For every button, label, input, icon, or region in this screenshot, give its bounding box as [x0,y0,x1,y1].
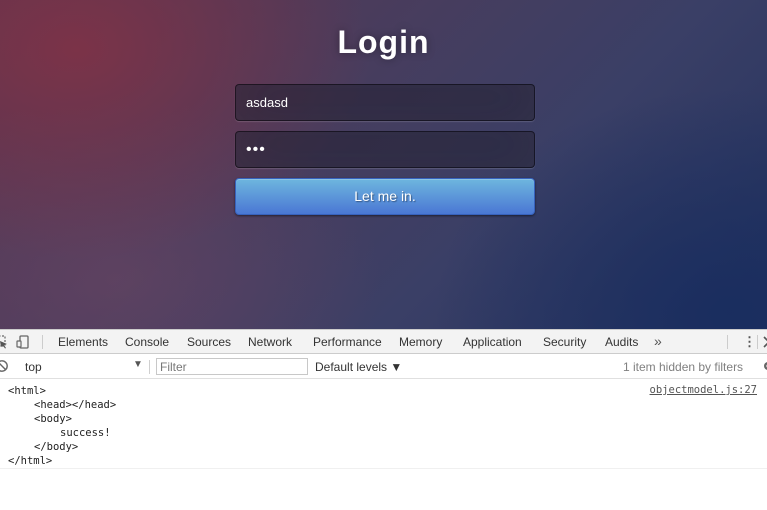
login-button[interactable]: Let me in. [235,178,535,215]
devtools-panel: Elements Console Sources Network Perform… [0,329,767,510]
devtools-tab-bar: Elements Console Sources Network Perform… [0,329,767,354]
console-line: <body> [34,413,72,425]
page-viewport: Login asdasd ••• Let me in. [0,0,767,329]
tab-sources[interactable]: Sources [187,335,231,349]
tab-audits[interactable]: Audits [605,335,638,349]
username-value: asdasd [246,95,288,110]
gear-icon[interactable] [761,359,767,373]
password-input[interactable]: ••• [235,131,535,168]
username-input[interactable]: asdasd [235,84,535,121]
tab-application[interactable]: Application [463,335,522,349]
toolbar-separator [149,360,150,374]
tab-memory[interactable]: Memory [399,335,442,349]
console-line: <html> [8,385,46,397]
tab-separator [727,335,728,349]
kebab-menu-icon[interactable]: ⋮ [743,334,756,350]
console-toolbar: top ▼ Default levels ▼ 1 item hidden by … [0,354,767,379]
password-value: ••• [246,140,266,158]
device-toolbar-icon[interactable] [16,335,30,349]
clear-console-icon[interactable] [0,359,9,373]
page-title: Login [337,24,430,60]
tab-performance[interactable]: Performance [313,335,382,349]
console-line: <head></head> [34,399,117,411]
tab-security[interactable]: Security [543,335,586,349]
tab-console[interactable]: Console [125,335,169,349]
console-line: success! [60,427,111,439]
tab-separator [757,335,758,349]
console-line: </body> [34,441,79,453]
filter-input[interactable] [156,358,308,375]
hidden-items-note: 1 item hidden by filters [623,360,744,374]
context-selector[interactable]: top [25,360,42,374]
source-link[interactable]: objectmodel.js:27 [650,384,757,396]
console-output: objectmodel.js:27 <html> <head></head> <… [0,379,767,469]
chevron-down-icon[interactable]: ▼ [133,359,143,370]
console-line: </html> [8,455,53,467]
inspect-element-icon[interactable] [0,335,8,349]
log-levels-dropdown[interactable]: Default levels ▼ [315,360,402,374]
more-tabs-icon[interactable]: » [654,333,662,349]
close-devtools-icon[interactable] [762,335,767,349]
tab-network[interactable]: Network [248,335,292,349]
tab-elements[interactable]: Elements [58,335,108,349]
tab-separator [42,335,43,349]
